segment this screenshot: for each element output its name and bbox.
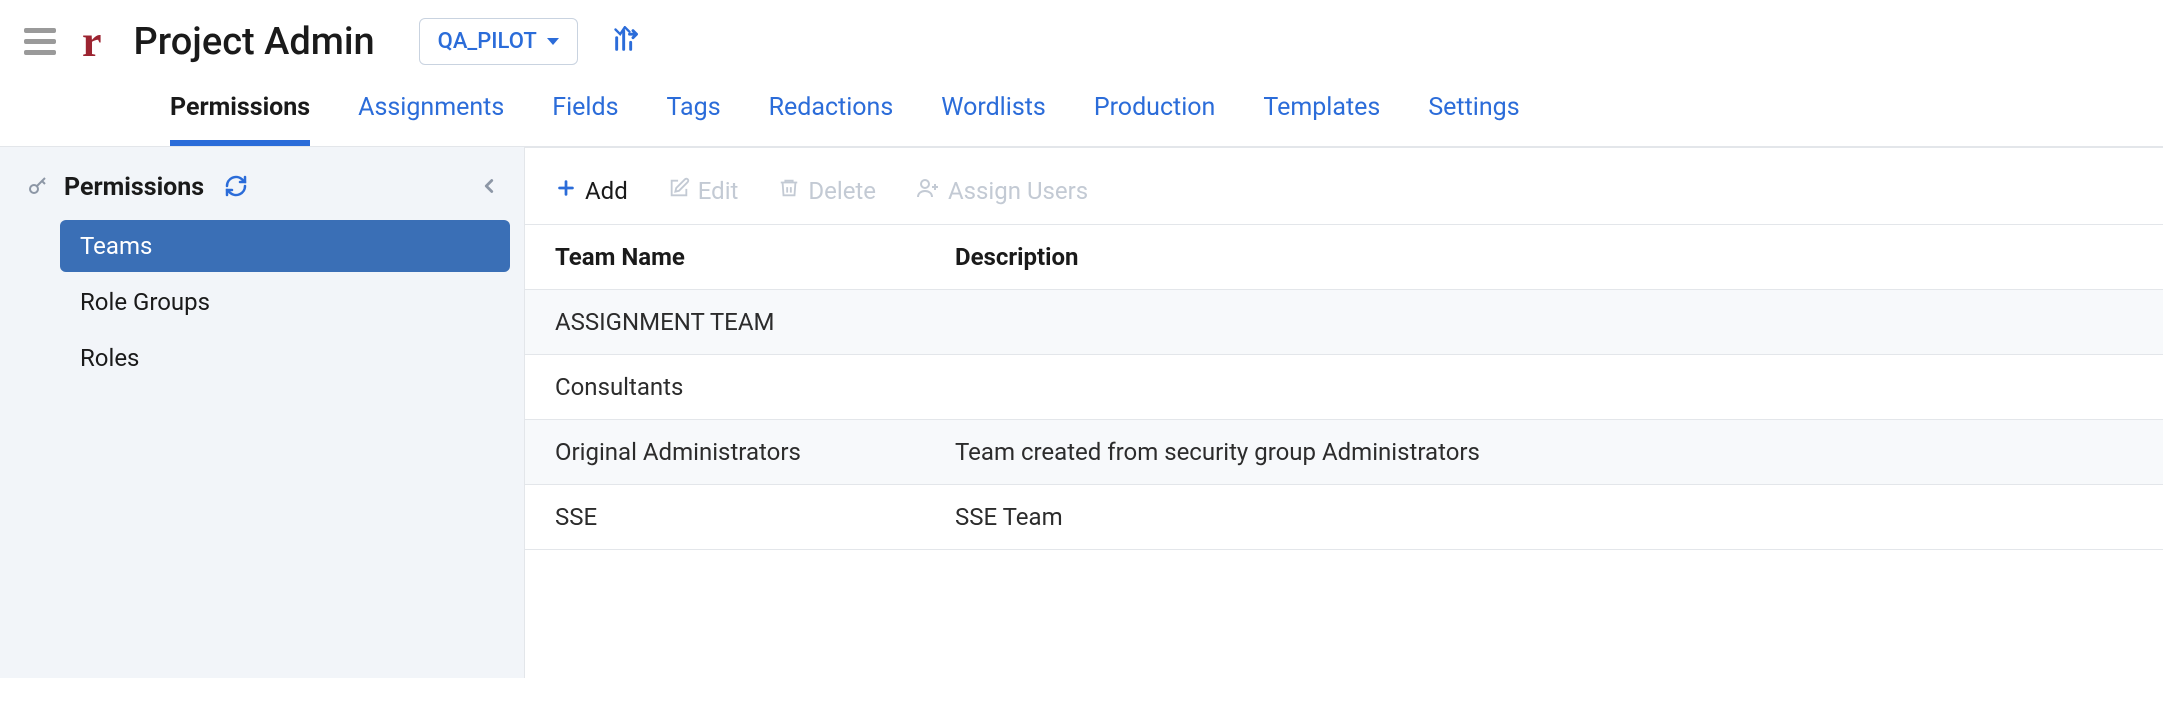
analytics-icon[interactable] — [612, 26, 640, 58]
cell-team-name: Consultants — [555, 373, 955, 401]
cell-description: SSE Team — [955, 503, 2133, 531]
page-title: Project Admin — [134, 20, 375, 64]
hamburger-menu-icon[interactable] — [24, 24, 60, 60]
cell-description: Team created from security group Adminis… — [955, 438, 2133, 466]
add-button[interactable]: Add — [555, 177, 628, 205]
sidebar: Permissions Teams Role Groups Roles — [0, 147, 525, 678]
column-description[interactable]: Description — [955, 243, 2133, 271]
tab-settings[interactable]: Settings — [1428, 93, 1519, 146]
sidebar-header: Permissions — [0, 165, 524, 220]
edit-button: Edit — [668, 177, 739, 205]
tab-fields[interactable]: Fields — [552, 93, 618, 146]
topbar: r Project Admin QA_PILOT — [0, 0, 2163, 65]
trash-icon — [778, 177, 800, 205]
cell-team-name: ASSIGNMENT TEAM — [555, 308, 955, 336]
content-body: Permissions Teams Role Groups Roles — [0, 147, 2163, 678]
cell-description — [955, 373, 2133, 401]
sidebar-item-roles[interactable]: Roles — [60, 332, 510, 384]
sidebar-items: Teams Role Groups Roles — [0, 220, 524, 384]
project-selector[interactable]: QA_PILOT — [419, 18, 578, 65]
main-panel: Add Edit Delete Assign Users — [525, 147, 2163, 678]
plus-icon — [555, 177, 577, 205]
tab-assignments[interactable]: Assignments — [358, 93, 504, 146]
tab-wordlists[interactable]: Wordlists — [941, 93, 1046, 146]
table-row[interactable]: SSE SSE Team — [525, 485, 2163, 550]
delete-button: Delete — [778, 177, 876, 205]
table-header: Team Name Description — [525, 225, 2163, 290]
edit-button-label: Edit — [698, 177, 739, 205]
cell-description — [955, 308, 2133, 336]
refresh-icon[interactable] — [224, 174, 248, 202]
toolbar: Add Edit Delete Assign Users — [525, 162, 2163, 224]
table-row[interactable]: ASSIGNMENT TEAM — [525, 290, 2163, 355]
teams-table: Team Name Description ASSIGNMENT TEAM Co… — [525, 224, 2163, 550]
delete-button-label: Delete — [808, 177, 876, 205]
sidebar-item-role-groups[interactable]: Role Groups — [60, 276, 510, 328]
project-selector-label: QA_PILOT — [438, 29, 537, 54]
tab-templates[interactable]: Templates — [1263, 93, 1380, 146]
app-logo: r — [76, 20, 108, 64]
tab-production[interactable]: Production — [1094, 93, 1216, 146]
tab-redactions[interactable]: Redactions — [769, 93, 894, 146]
assign-users-button-label: Assign Users — [948, 177, 1088, 205]
caret-down-icon — [547, 38, 559, 45]
sidebar-item-teams[interactable]: Teams — [60, 220, 510, 272]
sidebar-title: Permissions — [64, 173, 204, 202]
add-button-label: Add — [585, 177, 628, 205]
key-icon — [26, 174, 50, 202]
tab-tags[interactable]: Tags — [667, 93, 721, 146]
table-row[interactable]: Original Administrators Team created fro… — [525, 420, 2163, 485]
collapse-sidebar-icon[interactable] — [478, 175, 500, 201]
cell-team-name: Original Administrators — [555, 438, 955, 466]
table-body: ASSIGNMENT TEAM Consultants Original Adm… — [525, 290, 2163, 550]
edit-icon — [668, 177, 690, 205]
table-row[interactable]: Consultants — [525, 355, 2163, 420]
column-team-name[interactable]: Team Name — [555, 243, 955, 271]
assign-users-button: Assign Users — [916, 176, 1088, 206]
cell-team-name: SSE — [555, 503, 955, 531]
tab-permissions[interactable]: Permissions — [170, 93, 310, 146]
user-plus-icon — [916, 176, 940, 206]
main-tabs: Permissions Assignments Fields Tags Reda… — [0, 65, 2163, 147]
